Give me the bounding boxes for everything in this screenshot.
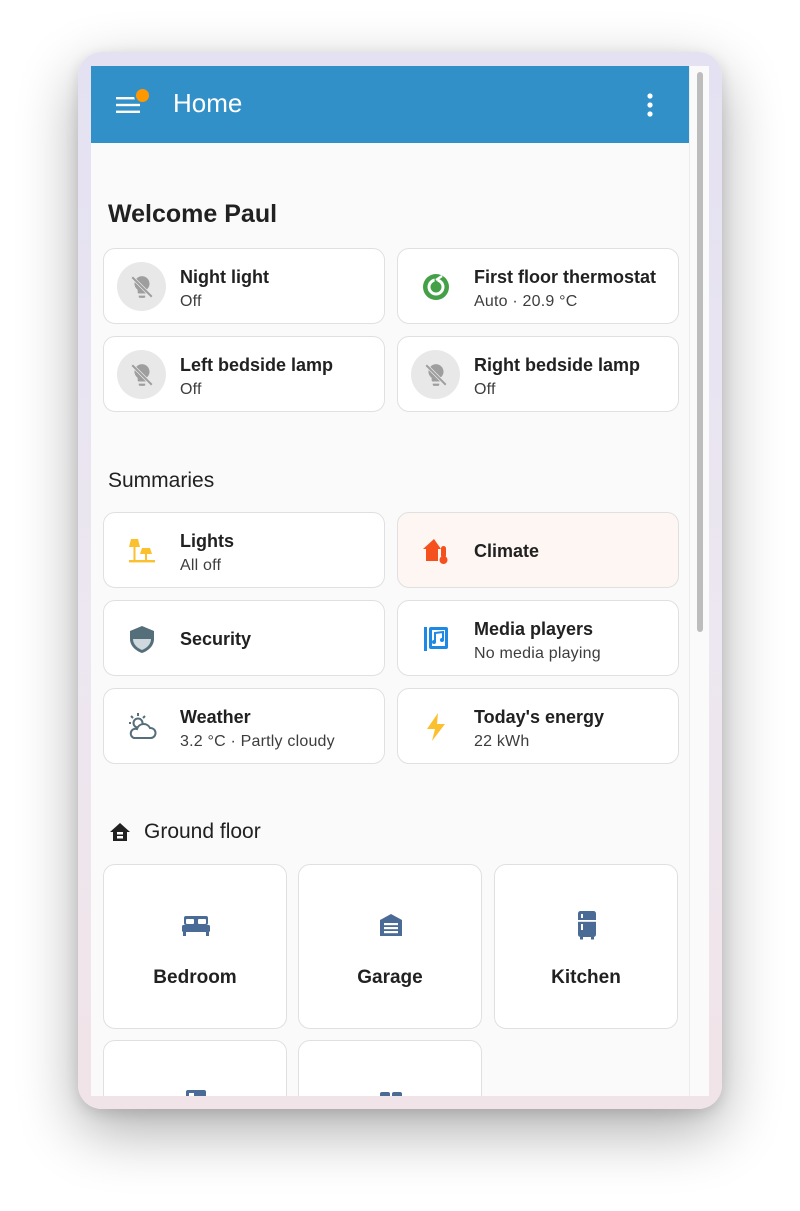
area-bedroom[interactable]: Bedroom <box>103 864 287 1029</box>
room-icon <box>375 1085 407 1096</box>
tile-state: Off <box>474 381 496 398</box>
floor-heading-label: Ground floor <box>144 820 261 843</box>
tile-state: Off <box>180 293 202 310</box>
summary-name: Today's energy <box>474 707 604 727</box>
summary-lights[interactable]: Lights All off <box>103 512 385 588</box>
tile-state: Auto · 20.9 °C <box>474 293 578 310</box>
summary-state: 3.2 °C · Partly cloudy <box>180 733 335 750</box>
home-thermometer-icon <box>411 526 460 575</box>
area-card[interactable] <box>103 1040 287 1096</box>
tile-name: Night light <box>180 267 269 287</box>
area-label: Garage <box>357 967 423 988</box>
tile-name: First floor thermostat <box>474 267 657 287</box>
tile-right-bedside-lamp[interactable]: Right bedside lamp Off <box>397 336 679 412</box>
lightbulb-off-icon <box>117 350 166 399</box>
summary-state: No media playing <box>474 645 601 662</box>
summary-media-players[interactable]: Media players No media playing <box>397 600 679 676</box>
tile-state: Off <box>180 381 202 398</box>
tile-name: Left bedside lamp <box>180 355 334 375</box>
tile-name: Right bedside lamp <box>474 355 641 375</box>
summary-name: Weather <box>180 707 251 727</box>
summary-state: 22 kWh <box>474 733 530 750</box>
top-app-bar: Home <box>91 66 689 143</box>
lightbulb-off-icon <box>117 262 166 311</box>
bed-icon <box>180 909 212 941</box>
notification-badge <box>134 87 151 104</box>
summary-climate[interactable]: Climate <box>397 512 679 588</box>
scrollbar-thumb[interactable] <box>697 72 703 632</box>
thermostat-icon <box>411 262 460 311</box>
area-label: Bedroom <box>153 967 237 988</box>
partly-cloudy-icon <box>117 702 166 751</box>
tile-night-light[interactable]: Night light Off <box>103 248 385 324</box>
summary-name: Lights <box>180 531 234 551</box>
summary-todays-energy[interactable]: Today's energy 22 kWh <box>397 688 679 764</box>
area-label: Kitchen <box>551 967 621 988</box>
more-vertical-icon <box>647 93 653 117</box>
lightbulb-off-icon <box>411 350 460 399</box>
lamps-icon <box>117 526 166 575</box>
summary-weather[interactable]: Weather 3.2 °C · Partly cloudy <box>103 688 385 764</box>
area-garage[interactable]: Garage <box>298 864 482 1029</box>
area-card[interactable] <box>298 1040 482 1096</box>
scrollbar[interactable] <box>689 66 709 1096</box>
summary-name: Climate <box>474 541 540 561</box>
fridge-icon <box>571 909 603 941</box>
app-screen: Home Welcome Paul Night light Off First … <box>91 66 709 1096</box>
area-kitchen[interactable]: Kitchen <box>494 864 678 1029</box>
summary-state: All off <box>180 557 222 574</box>
summary-name: Media players <box>474 619 594 639</box>
media-library-icon <box>411 614 460 663</box>
page-title: Home <box>173 88 243 118</box>
shield-icon <box>117 614 166 663</box>
garage-icon <box>375 909 407 941</box>
summary-security[interactable]: Security <box>103 600 385 676</box>
tile-left-bedside-lamp[interactable]: Left bedside lamp Off <box>103 336 385 412</box>
home-floor-icon <box>110 823 130 841</box>
lightning-icon <box>411 702 460 751</box>
room-icon <box>180 1085 212 1096</box>
window-frame: Home Welcome Paul Night light Off First … <box>78 52 722 1109</box>
more-options-button[interactable] <box>637 90 663 120</box>
tile-first-floor-thermostat[interactable]: First floor thermostat Auto · 20.9 °C <box>397 248 679 324</box>
summaries-heading: Summaries <box>108 469 215 492</box>
menu-button[interactable] <box>105 86 151 124</box>
welcome-heading: Welcome Paul <box>108 200 278 228</box>
summary-name: Security <box>180 629 252 649</box>
